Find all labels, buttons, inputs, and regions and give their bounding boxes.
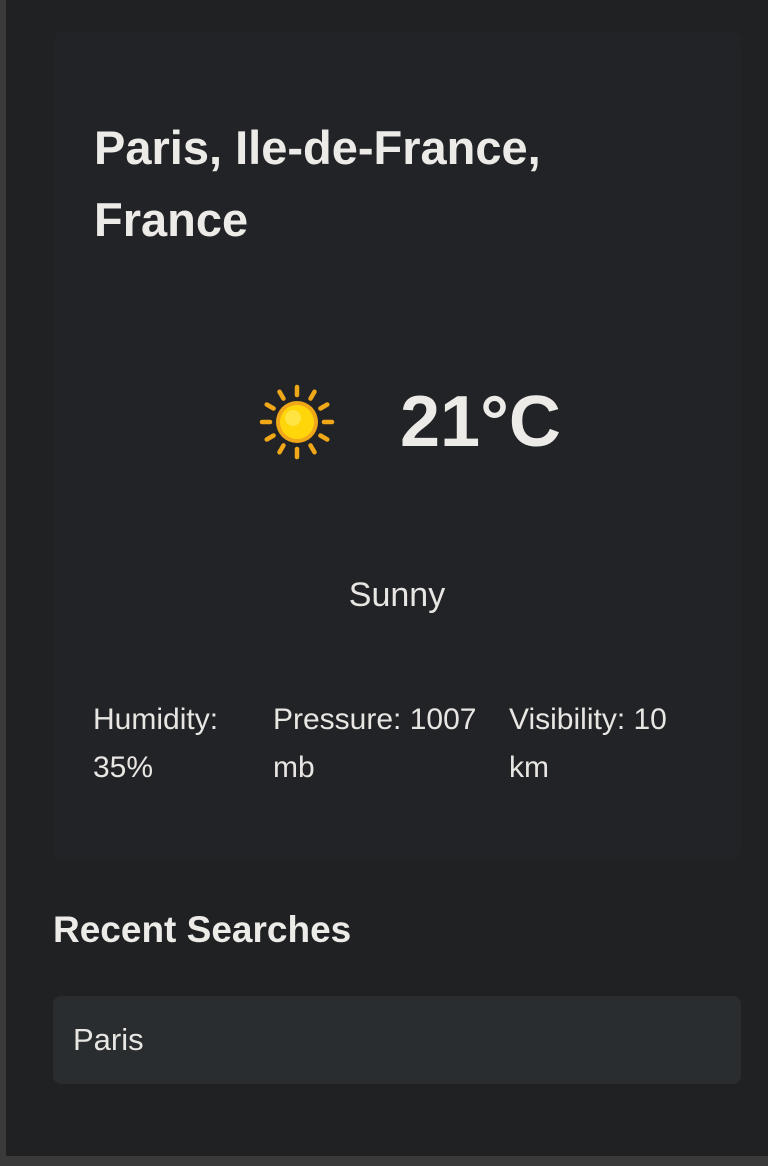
condition-label: Sunny (348, 576, 446, 614)
visibility-stat: Visibility: 10 km (509, 703, 667, 784)
sun-icon (258, 383, 336, 461)
pressure-stat: Pressure: 1007 mb (273, 703, 477, 784)
temperature-value: 21°C (400, 382, 561, 462)
recent-search-item[interactable]: Paris (53, 996, 741, 1084)
humidity-stat: Humidity: 35% (93, 703, 219, 784)
recent-searches-title: Recent Searches (53, 909, 352, 950)
location-title: Paris, Ile-de-France, France (94, 121, 541, 246)
app-window: Paris, Ile-de-France, France 21°C Sunny … (0, 0, 768, 1166)
recent-searches-list: Paris (53, 996, 741, 1084)
